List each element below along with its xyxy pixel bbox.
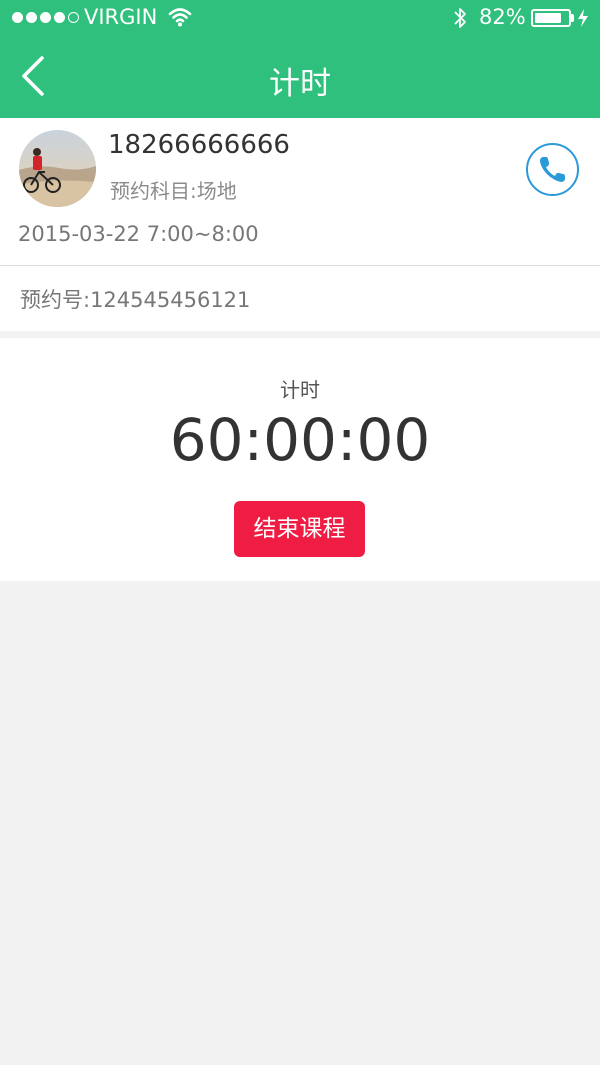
app-header: VIRGIN 82% 计时 [0,0,600,118]
signal-strength-icon [12,12,79,23]
call-button[interactable] [526,143,579,196]
appointment-card: 18266666666 预约科目:场地 2015-03-22 7:00~8:00… [0,118,600,331]
avatar[interactable] [19,130,96,207]
timer-panel: 计时 60:00:00 结束课程 [0,338,600,581]
divider [0,265,600,266]
charging-icon [577,8,589,33]
bluetooth-icon [452,5,468,36]
page-title: 计时 [269,66,331,102]
wifi-icon [168,6,192,33]
status-bar: VIRGIN 82% [0,0,600,36]
appointment-order-number: 预约号:124545456121 [20,288,251,312]
timer-value: 60:00:00 [169,406,431,474]
appointment-datetime: 2015-03-22 7:00~8:00 [18,222,259,246]
phone-icon [540,157,565,182]
battery-percent: 82% [479,5,526,29]
appointment-subject: 预约科目:场地 [110,179,237,203]
carrier-name: VIRGIN [84,5,158,29]
battery-icon [531,9,571,27]
timer-label: 计时 [280,378,320,402]
student-phone-number: 18266666666 [108,130,290,160]
end-course-button[interactable]: 结束课程 [234,501,365,557]
battery-cap [571,14,574,22]
